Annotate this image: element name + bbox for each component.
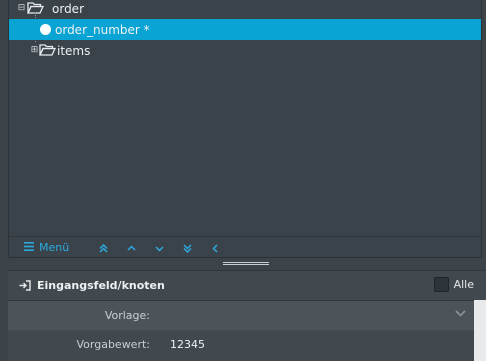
tree-node-items[interactable]: ⊞ items xyxy=(9,40,481,61)
all-checkbox[interactable] xyxy=(433,277,449,292)
move-down-button[interactable] xyxy=(151,240,167,256)
move-left-button[interactable] xyxy=(207,240,223,256)
expand-toggle-icon[interactable]: ⊞ xyxy=(30,46,39,55)
all-toggle[interactable]: Alle xyxy=(433,277,474,292)
login-icon xyxy=(19,280,31,291)
detail-panel: Eingangsfeld/knoten Alle Vorlage: Vorgab… xyxy=(8,270,486,361)
default-value-row: Vorgabewert: 12345 xyxy=(8,330,474,359)
tree-panel: ⊟ order order_number * ⊞ items xyxy=(8,0,482,258)
detail-title: Eingangsfeld/knoten xyxy=(37,279,165,292)
detail-header: Eingangsfeld/knoten Alle xyxy=(8,271,474,301)
menu-icon xyxy=(24,241,34,254)
panel-splitter[interactable] xyxy=(0,258,486,268)
menu-button[interactable]: Menü xyxy=(24,241,69,254)
splitter-grip-icon[interactable] xyxy=(223,262,269,265)
all-label: Alle xyxy=(453,278,474,291)
move-bottom-button[interactable] xyxy=(179,240,195,256)
tree-node-order[interactable]: ⊟ order xyxy=(9,0,481,19)
menu-label: Menü xyxy=(39,241,70,254)
template-row: Vorlage: xyxy=(8,301,474,330)
tree-toolbar: Menü xyxy=(8,236,482,258)
collapse-toggle-icon[interactable]: ⊟ xyxy=(17,4,26,13)
move-top-button[interactable] xyxy=(95,240,111,256)
chevron-down-icon[interactable] xyxy=(455,310,466,317)
default-value-field[interactable]: 12345 xyxy=(170,338,205,351)
tree-node-label: order xyxy=(52,1,84,16)
folder-open-icon xyxy=(39,43,56,57)
default-value-label: Vorgabewert: xyxy=(76,338,150,351)
template-label: Vorlage: xyxy=(104,309,150,322)
scrollbar[interactable] xyxy=(474,300,486,361)
tree-node-order-number[interactable]: order_number * xyxy=(9,19,481,40)
tree-node-label: order_number * xyxy=(55,22,150,37)
tree-node-label: items xyxy=(57,43,91,58)
bullet-icon xyxy=(40,24,51,35)
move-up-button[interactable] xyxy=(123,240,139,256)
